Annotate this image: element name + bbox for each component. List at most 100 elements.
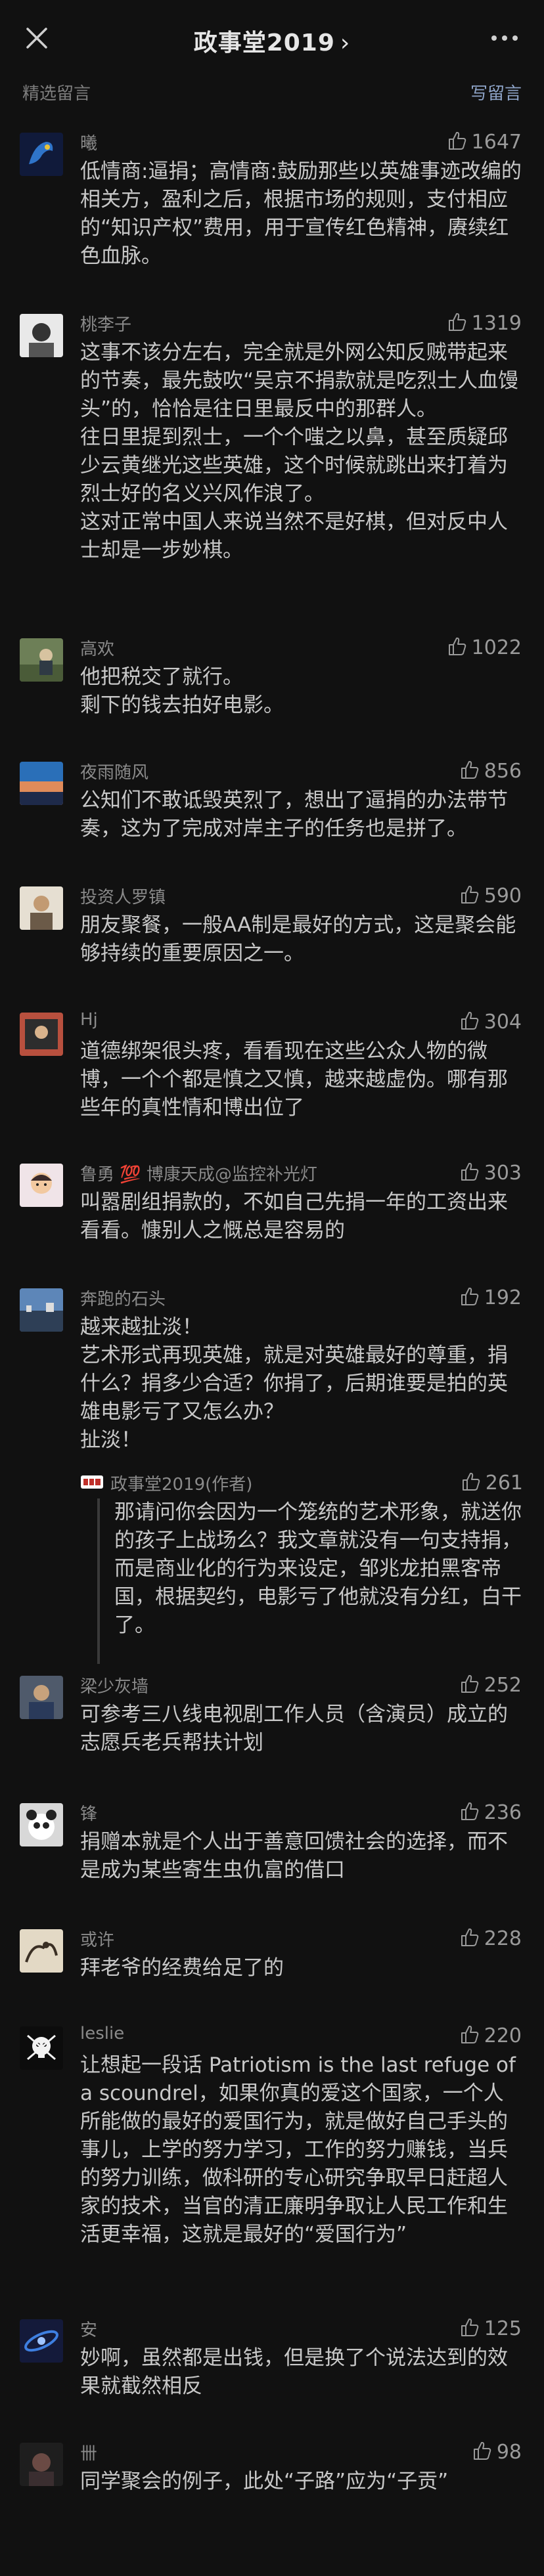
like-button[interactable]: 252 bbox=[459, 1673, 522, 1697]
comment-author[interactable]: 投资人罗镇 bbox=[80, 884, 166, 908]
comment-author[interactable]: 或许 bbox=[80, 1927, 114, 1951]
like-count: 590 bbox=[484, 884, 522, 907]
like-count: 125 bbox=[484, 2317, 522, 2340]
author-logo-icon bbox=[81, 1475, 103, 1489]
comment-text: 他把税交了就行。 剩下的钱去拍好电影。 bbox=[80, 665, 284, 717]
thumb-up-icon bbox=[473, 2441, 491, 2460]
comment-author[interactable]: 夜雨随风 bbox=[80, 759, 148, 783]
like-count: 303 bbox=[484, 1162, 522, 1185]
avatar[interactable] bbox=[20, 1013, 63, 1056]
comment-text: 可参考三八线电视剧工作人员（含演员）成立的志愿兵老兵帮扶计划 bbox=[80, 1703, 508, 1755]
write-comment-link[interactable]: 写留言 bbox=[470, 80, 522, 104]
like-button[interactable]: 304 bbox=[459, 1010, 522, 1034]
more-icon[interactable] bbox=[489, 28, 520, 49]
like-count: 856 bbox=[484, 760, 522, 783]
thumb-up-icon bbox=[461, 885, 478, 904]
comment-text: 道德绑架很头疼，看看现在这些公众人物的微博，一个个都是慎之又慎，越来越虚伪。哪有… bbox=[80, 1039, 508, 1120]
like-count: 236 bbox=[484, 1801, 522, 1824]
section-bar: 精选留言 写留言 bbox=[0, 80, 544, 113]
like-count: 228 bbox=[484, 1927, 522, 1950]
comment-text: 公知们不敢诋毁英烈了，想出了逼捐的办法带节奏，这为了完成对岸主子的任务也是拼了。 bbox=[80, 789, 508, 840]
like-button[interactable]: 98 bbox=[472, 2440, 522, 2464]
like-button[interactable]: 303 bbox=[459, 1161, 522, 1185]
thumb-up-icon bbox=[462, 1472, 480, 1491]
thumb-up-icon bbox=[448, 313, 466, 331]
comment-author[interactable]: 安 bbox=[80, 2317, 97, 2341]
reply-author[interactable]: 政事堂2019(作者) bbox=[110, 1471, 252, 1495]
comment-text: 叫嚣剧组捐款的，不如自己先捐一年的工资出来看看。慷别人之慨总是容易的 bbox=[80, 1190, 508, 1242]
avatar[interactable] bbox=[20, 133, 63, 176]
reply-text: 那请问你会因为一个笼统的艺术形象，就送你的孩子上战场么？我文章就没有一句支持捐，… bbox=[114, 1500, 522, 1637]
like-count: 1647 bbox=[471, 131, 522, 154]
avatar[interactable] bbox=[20, 314, 63, 357]
avatar[interactable] bbox=[20, 762, 63, 805]
comment-author[interactable]: 曦 bbox=[80, 130, 97, 154]
comment-text: 朋友聚餐，一般AA制是最好的方式，这是聚会能够持续的重要原因之一。 bbox=[80, 913, 516, 965]
thumb-up-icon bbox=[448, 131, 466, 150]
like-count: 1319 bbox=[471, 312, 522, 335]
avatar[interactable] bbox=[20, 1929, 63, 1973]
comment-text: 越来越扯淡！ 艺术形式再现英雄，就是对英雄最好的尊重，捐什么？捐多少合适？你捐了… bbox=[80, 1315, 508, 1452]
thumb-up-icon bbox=[461, 1162, 478, 1181]
comment-author[interactable]: 奔跑的石头 bbox=[80, 1286, 166, 1310]
chevron-right-icon: › bbox=[340, 30, 351, 56]
reply-divider bbox=[97, 1498, 100, 1664]
comment-author[interactable]: 卌 bbox=[80, 2440, 97, 2464]
like-button[interactable]: 1647 bbox=[447, 130, 522, 154]
thumb-up-icon bbox=[461, 1287, 478, 1305]
avatar[interactable] bbox=[20, 638, 63, 682]
avatar[interactable] bbox=[20, 2319, 63, 2363]
like-button[interactable]: 192 bbox=[459, 1286, 522, 1309]
like-count: 220 bbox=[484, 2024, 522, 2047]
comment-text: 同学聚会的例子，此处“子路”应为“子贡” bbox=[80, 2470, 449, 2493]
avatar[interactable] bbox=[20, 1803, 63, 1846]
avatar[interactable] bbox=[20, 1164, 63, 1207]
thumb-up-icon bbox=[461, 1928, 478, 1946]
comment-text: 让想起一段话 Patriotism is the last refuge of … bbox=[80, 2053, 522, 2246]
like-button[interactable]: 236 bbox=[459, 1801, 522, 1824]
comment-author[interactable]: 锋 bbox=[80, 1801, 97, 1825]
page-title-text: 政事堂2019 bbox=[193, 30, 335, 56]
featured-comments-label: 精选留言 bbox=[22, 84, 91, 104]
like-count: 98 bbox=[496, 2441, 522, 2464]
comment-author[interactable]: 高欢 bbox=[80, 636, 114, 660]
like-button[interactable]: 856 bbox=[459, 759, 522, 783]
avatar[interactable] bbox=[20, 2443, 63, 2486]
like-count: 192 bbox=[484, 1286, 522, 1309]
comment-author[interactable]: 梁少灰墙 bbox=[80, 1673, 148, 1697]
comment-text: 妙啊，虽然都是出钱，但是换了个说法达到的效果就截然相反 bbox=[80, 2346, 508, 2398]
page-title[interactable]: 政事堂2019 › bbox=[0, 24, 544, 58]
avatar[interactable] bbox=[20, 2026, 63, 2070]
like-button[interactable]: 261 bbox=[461, 1471, 523, 1495]
comment-author[interactable]: Hj bbox=[80, 1010, 98, 1030]
like-button[interactable]: 1319 bbox=[447, 311, 522, 335]
thumb-up-icon bbox=[461, 1011, 478, 1030]
comment-text: 捐赠本就是个人出于善意回馈社会的选择，而不是成为某些寄生虫仇富的借口 bbox=[80, 1830, 508, 1882]
author-reply: 政事堂2019(作者) 261 那请问你会因为一个笼统的艺术形象，就送你的孩子上… bbox=[80, 1471, 523, 1674]
like-button[interactable]: 125 bbox=[459, 2317, 522, 2340]
thumb-up-icon bbox=[461, 1802, 478, 1820]
thumb-up-icon bbox=[461, 2025, 478, 2043]
thumb-up-icon bbox=[461, 760, 478, 779]
thumb-up-icon bbox=[461, 1674, 478, 1693]
thumb-up-icon bbox=[461, 2318, 478, 2336]
avatar[interactable] bbox=[20, 1288, 63, 1332]
like-button[interactable]: 220 bbox=[459, 2024, 522, 2047]
like-count: 261 bbox=[485, 1472, 523, 1495]
avatar[interactable] bbox=[20, 886, 63, 930]
like-count: 1022 bbox=[471, 636, 522, 659]
comment-author[interactable]: 桃李子 bbox=[80, 311, 131, 336]
avatar[interactable] bbox=[20, 1676, 63, 1719]
comment-text: 这事不该分左右，完全就是外网公知反贼带起来的节奏，最先鼓吹“吴京不捐款就是吃烈士… bbox=[80, 341, 519, 562]
like-button[interactable]: 1022 bbox=[447, 636, 522, 659]
comment-text: 拜老爷的经费给足了的 bbox=[80, 1956, 284, 1980]
like-count: 304 bbox=[484, 1011, 522, 1034]
comment-author[interactable]: leslie bbox=[80, 2024, 124, 2043]
like-button[interactable]: 590 bbox=[459, 884, 522, 907]
comment-text: 低情商:逼捐；高情商:鼓励那些以英雄事迹改编的相关方，盈利之后，根据市场的规则，… bbox=[80, 160, 522, 268]
like-button[interactable]: 228 bbox=[459, 1927, 522, 1950]
like-count: 252 bbox=[484, 1674, 522, 1697]
nav-bar: 政事堂2019 › bbox=[0, 0, 544, 79]
comment-author[interactable]: 鲁勇 💯 博康天成@监控补光灯 bbox=[80, 1161, 317, 1185]
thumb-up-icon bbox=[448, 637, 466, 655]
